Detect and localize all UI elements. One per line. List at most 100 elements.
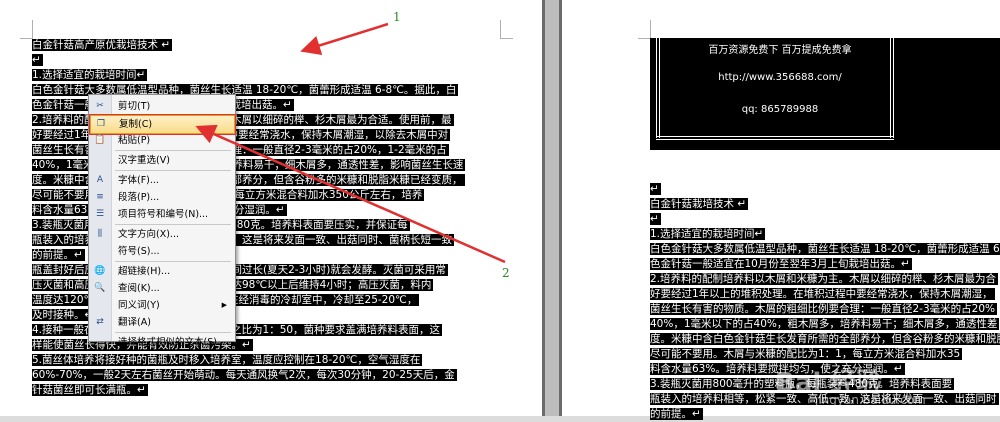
paste-icon: 📋 [94, 135, 106, 145]
text-line[interactable]: ↵ [650, 182, 1000, 197]
context-menu-item[interactable]: 🌐 超链接(H)... [90, 263, 233, 280]
selected-text: 度。米糠中含白色金针菇生长发育所需的全部养分，但含谷粉多的米糠和脱脂 [650, 333, 1000, 345]
header-line-promo: 百万资源免费下 百万提成免费拿 [708, 45, 852, 56]
header-line-url: http://www.356688.com/ [718, 72, 842, 83]
context-menu-item[interactable]: 汉字重选(V) [90, 152, 233, 169]
selected-text: 色金针菇一般适宜在10月份至翌年3月上旬栽培出菇。↵ [650, 258, 912, 270]
blank-icon [93, 336, 107, 349]
header-text-box: 百万资源免费下 百万提成免费拿 http://www.356688.com/ q… [650, 38, 1000, 150]
selected-text: 60%-70%，一般2天左右菌丝开始萌动。每天通风换气2次，每次30分钟，20-… [32, 369, 457, 381]
context-menu-separator [115, 224, 231, 225]
context-menu-item-label: 同义词(Y) [118, 300, 160, 311]
baidu-watermark-url: jingyan.baidu.com [815, 393, 926, 407]
context-menu-item-label: 汉字重选(V) [118, 155, 170, 166]
context-menu-item-label: 选择格式相似的文本(S) [118, 337, 217, 348]
selected-text: ↵ [32, 54, 43, 66]
paragraph-icon: ≡ [96, 192, 104, 202]
context-menu-item-label: 剪切(T) [118, 101, 151, 112]
crop-mark-left-right [500, 20, 513, 39]
translate-icon: ⇄ [96, 317, 104, 327]
text-line[interactable]: 60%-70%，一般2天左右菌丝开始萌动。每天通风换气2次，每次30分钟，20-… [32, 368, 540, 383]
selected-text: 白色金针菇大多数属低温型品种，菌丝生长适温 18-20℃，菌蕾形成适温 6 [650, 243, 1000, 255]
context-menu-item[interactable]: 同义词(Y) ▶ [90, 297, 233, 314]
annotation-label-1: 1 [393, 10, 401, 24]
text-line[interactable]: 色金针菇一般适宜在10月份至翌年3月上旬栽培出菇。↵ [650, 257, 1000, 272]
blank-icon [93, 245, 107, 258]
selected-text: 及时接种。↵ [32, 309, 96, 321]
selected-text: 1.选择适宜的栽培时间↵ [32, 69, 148, 81]
text-line[interactable]: 菌丝生长有害的物质。木屑的粗细比例要合理：一般直径2-3毫米的占20% [650, 302, 1000, 317]
context-menu-item[interactable]: 📋 粘贴(P) [90, 132, 233, 149]
submenu-arrow-icon: ▶ [221, 301, 227, 309]
selected-text: 5.菌丝体培养将接好种的菌瓶及时移入培养室，温度应控制在18-20℃，空气湿度在 [32, 354, 423, 366]
context-menu-item-label: 字体(F)... [118, 175, 159, 186]
context-menu-item[interactable]: ✂ 剪切(T) [90, 98, 233, 115]
crop-mark-left [20, 20, 33, 39]
selected-text: 白金针菇栽培技术 ↵ [650, 198, 749, 210]
text-line[interactable]: 2.培养料的配制培养料以木屑和米糠为主。木屑以细碎的榉、杉木屑最为合 [650, 272, 1000, 287]
context-menu-item-label: 文字方向(X)... [118, 229, 179, 240]
context-menu-separator [115, 150, 231, 151]
context-menu-item-label: 符号(S)... [118, 246, 160, 257]
selected-text: ↵ [650, 213, 661, 225]
text-line[interactable]: 40%，1毫米以下的占40%，粗木屑多，培养料易干；细木屑多，通透性差 [650, 317, 1000, 332]
context-menu-item[interactable]: ⇄ 翻译(A) [90, 314, 233, 331]
font-icon: A [96, 175, 104, 185]
selected-text: 的前提。↵ [32, 249, 85, 261]
scissors-icon: ✂ [96, 101, 104, 111]
research-icon: 🔍 [94, 283, 106, 293]
context-menu-item-label: 项目符号和编号(N)... [118, 209, 209, 220]
context-menu-separator [115, 170, 231, 171]
blank-icon [93, 299, 107, 312]
context-menu-separator [115, 261, 231, 262]
selected-text: 的前提。↵ [650, 408, 703, 420]
text-line[interactable]: ↵ [650, 212, 1000, 227]
selected-text: 40%，1毫米以下的占40%，粗木屑多，培养料易干；细木屑多，通透性差 [650, 318, 1000, 330]
annotation-label-2: 2 [502, 266, 510, 280]
context-menu-item-label: 翻译(A) [118, 317, 151, 328]
header-line-qq: qq: 865789988 [741, 104, 819, 115]
context-menu-item-label: 粘贴(P) [118, 135, 151, 146]
selected-text: ↵ [650, 183, 661, 195]
text-line[interactable]: 度。米糠中含白色金针菇生长发育所需的全部养分，但含谷粉多的米糠和脱脂 [650, 332, 1000, 347]
crop-mark-right [638, 20, 651, 39]
context-menu-item[interactable]: 🔍 查阅(K)... [90, 280, 233, 297]
context-menu[interactable]: ✂ 剪切(T) ❐ 复制(C) 📋 粘贴(P) 汉字重选(V) A 字体(F)... ≡ 段落(P)… [88, 94, 236, 348]
context-menu-item-label: 复制(C) [119, 119, 153, 130]
text-direction-icon: ⫼ [97, 229, 103, 239]
context-menu-item[interactable]: ⫼ 文字方向(X)... [90, 226, 233, 243]
text-line[interactable]: 1.选择适宜的栽培时间↵ [650, 227, 1000, 242]
context-menu-item[interactable]: ☰ 项目符号和编号(N)... [90, 206, 233, 223]
text-line[interactable]: 1.选择适宜的栽培时间↵ [32, 68, 540, 83]
text-line[interactable]: 5.菌丝体培养将接好种的菌瓶及时移入培养室，温度应控制在18-20℃，空气湿度在 [32, 353, 540, 368]
selected-text: 2.培养料的配制培养料以木屑和米糠为主。木屑以细碎的榉、杉木屑最为合 [650, 273, 999, 285]
context-menu-item-label: 超链接(H)... [118, 266, 171, 277]
bullets-icon: ☰ [95, 209, 105, 219]
selected-text: 尽可能不要用。木屑与米糠的配比为1：1，每立方米混合料加水35 [650, 348, 963, 360]
blank-icon [93, 154, 107, 167]
header-box-border-bottom [656, 136, 894, 140]
context-menu-item[interactable]: 选择格式相似的文本(S) [90, 334, 233, 351]
context-menu-item[interactable]: 符号(S)... [90, 243, 233, 260]
copy-icon: ❐ [96, 119, 106, 129]
selected-text: 好要经过1年以上的堆积处理。在堆积过程中要经常浇水，保持木屑潮湿， [650, 288, 995, 300]
text-line[interactable]: 好要经过1年以上的堆积处理。在堆积过程中要经常浇水，保持木屑潮湿， [650, 287, 1000, 302]
context-menu-item-label: 查阅(K)... [118, 283, 160, 294]
text-line[interactable]: 针菇菌丝即可长满瓶。↵ [32, 383, 540, 398]
context-menu-item[interactable]: ≡ 段落(P)... [90, 189, 233, 206]
selected-text: 针菇菌丝即可长满瓶。↵ [32, 384, 148, 396]
selected-text: 白金针菇高产原优栽培技术 ↵ [32, 39, 173, 51]
text-line[interactable]: 白金针菇高产原优栽培技术 ↵ [32, 38, 540, 53]
context-menu-item[interactable]: A 字体(F)... [90, 172, 233, 189]
selected-text: 1.选择适宜的栽培时间↵ [650, 228, 766, 240]
text-line[interactable]: 尽可能不要用。木屑与米糠的配比为1：1，每立方米混合料加水35 [650, 347, 1000, 362]
text-line[interactable]: 白金针菇栽培技术 ↵ [650, 197, 1000, 212]
context-menu-separator [115, 332, 231, 333]
text-line[interactable]: 的前提。↵ [650, 407, 1000, 422]
text-line[interactable]: 白色金针菇大多数属低温型品种，菌丝生长适温 18-20℃，菌蕾形成适温 6 [650, 242, 1000, 257]
selected-text: 菌丝生长有害的物质。木屑的粗细比例要合理：一般直径2-3毫米的占20% [650, 303, 997, 315]
context-menu-item-label: 段落(P)... [118, 192, 160, 203]
hyperlink-icon: 🌐 [94, 266, 106, 276]
page-gap [542, 0, 562, 416]
text-line[interactable]: ↵ [32, 53, 540, 68]
